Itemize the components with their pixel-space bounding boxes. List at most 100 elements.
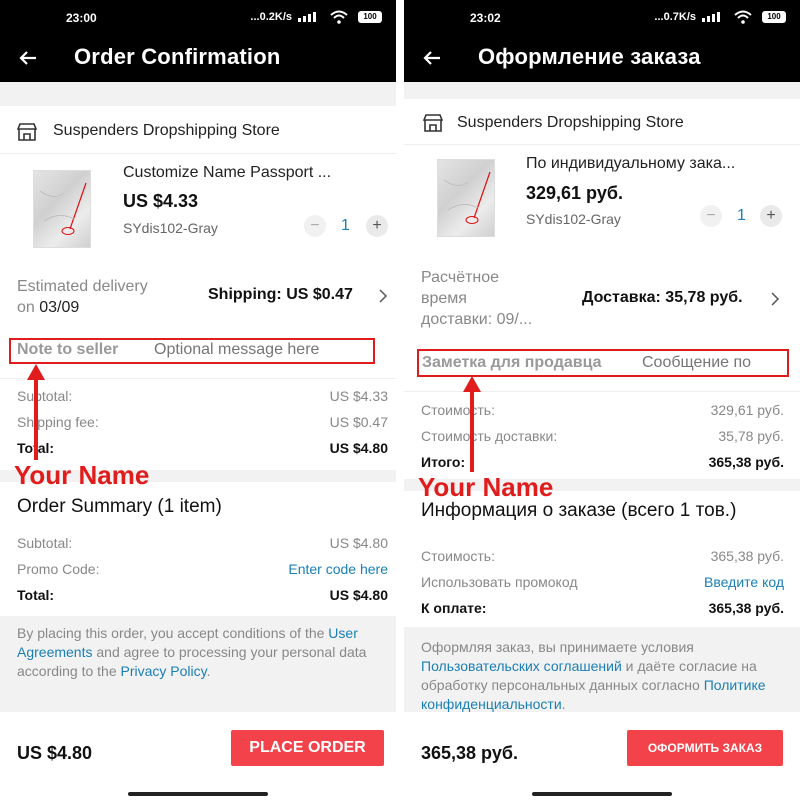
- summary-subtotal-value: US $4.80: [329, 535, 388, 551]
- shipping-cost[interactable]: Доставка: 35,78 руб.: [582, 289, 743, 307]
- status-bar: 23:00 ...0.2K/s 100: [0, 0, 396, 34]
- delivery-prefix: on: [17, 299, 35, 316]
- app-bar: Order Confirmation: [0, 34, 396, 82]
- store-name[interactable]: Suspenders Dropshipping Store: [53, 122, 280, 140]
- product-sku: SYdis102-Gray: [526, 211, 621, 227]
- quantity-decrease-button[interactable]: −: [304, 215, 326, 237]
- passport-cover-image: [39, 182, 87, 235]
- total-label: Итого:: [421, 454, 466, 470]
- page-title: Order Confirmation: [74, 44, 281, 69]
- checkout-total: US $4.80: [17, 743, 93, 763]
- order-summary-card: Order Summary (1 item) Subtotal: US $4.8…: [0, 482, 396, 616]
- summary-total-value: 365,38 руб.: [708, 600, 784, 616]
- divider: [0, 153, 396, 154]
- product-price: US $4.33: [123, 191, 199, 211]
- divider: [404, 144, 800, 145]
- enter-promo-code-link[interactable]: Введите код: [704, 574, 784, 590]
- total-value: 365,38 руб.: [708, 454, 784, 470]
- delivery-label: Estimated delivery: [17, 278, 148, 295]
- terms-part: .: [561, 696, 566, 712]
- note-to-seller-input[interactable]: [642, 353, 778, 373]
- store-icon: [17, 123, 37, 141]
- chevron-right-icon[interactable]: [770, 292, 780, 306]
- subtotal-value: US $4.33: [329, 388, 388, 404]
- divider: [0, 378, 396, 379]
- checkout-bar: 365,38 руб. ОФОРМИТЬ ЗАКАЗ: [404, 712, 800, 800]
- promo-code-label: Promo Code:: [17, 561, 100, 577]
- home-indicator[interactable]: [128, 792, 268, 796]
- wifi-icon: [330, 10, 348, 24]
- order-confirmation-screen-en: 23:00 ...0.2K/s 100 Order Confirmation S…: [0, 0, 396, 800]
- app-bar: Оформление заказа: [404, 34, 800, 82]
- home-indicator[interactable]: [532, 792, 672, 796]
- summary-subtotal-label: Subtotal:: [17, 535, 73, 551]
- annotation-your-name: Your Name: [418, 472, 554, 502]
- store-icon: [423, 114, 443, 132]
- store-name[interactable]: Suspenders Dropshipping Store: [457, 114, 684, 132]
- user-agreements-link[interactable]: Пользовательских соглашений: [421, 658, 622, 674]
- subtotal-label: Стоимость:: [421, 402, 495, 418]
- product-thumbnail[interactable]: [33, 170, 91, 248]
- wifi-icon: [734, 10, 752, 24]
- summary-total-label: К оплате:: [421, 600, 487, 616]
- total-value: US $4.80: [329, 440, 388, 456]
- enter-promo-code-link[interactable]: Enter code here: [288, 561, 388, 577]
- network-speed: ...0.2K/s: [250, 11, 292, 23]
- product-title[interactable]: По индивидуальному зака...: [526, 155, 788, 173]
- status-bar: 23:02 ...0.7K/s 100: [404, 0, 800, 34]
- shipping-fee-value: US $0.47: [329, 414, 388, 430]
- product-price: 329,61 руб.: [526, 183, 623, 203]
- annotation-arrow: [27, 364, 45, 460]
- annotation-arrow: [463, 376, 481, 472]
- summary-total-value: US $4.80: [329, 587, 388, 603]
- estimated-delivery: Estimated delivery on 03/09: [17, 276, 148, 318]
- checkout-bar: US $4.80 PLACE ORDER: [0, 712, 396, 800]
- signal-icon: [702, 12, 722, 22]
- quantity-value: 1: [737, 207, 746, 224]
- battery-icon: 100: [762, 11, 786, 23]
- shipping-fee-label: Стоимость доставки:: [421, 428, 558, 444]
- note-to-seller-input[interactable]: [154, 340, 364, 360]
- terms-part: .: [206, 663, 211, 679]
- place-order-button[interactable]: PLACE ORDER: [231, 730, 384, 766]
- subtotal-value: 329,61 руб.: [710, 402, 784, 418]
- privacy-policy-link[interactable]: Privacy Policy: [121, 663, 207, 679]
- terms-text: Оформляя заказ, вы принимаете условия По…: [421, 638, 783, 714]
- summary-total-label: Total:: [17, 587, 55, 603]
- shipping-cost[interactable]: Shipping: US $0.47: [208, 286, 353, 304]
- product-thumbnail[interactable]: [437, 159, 495, 237]
- quantity-increase-button[interactable]: +: [366, 215, 388, 237]
- back-arrow-icon[interactable]: [420, 46, 444, 70]
- network-speed: ...0.7K/s: [654, 11, 696, 23]
- note-to-seller-label: Note to seller: [17, 341, 119, 358]
- terms-part: By placing this order, you accept condit…: [17, 625, 325, 641]
- order-card: Suspenders Dropshipping Store Customize …: [0, 106, 396, 470]
- quantity-decrease-button[interactable]: −: [700, 205, 722, 227]
- order-summary-card: Информация о заказе (всего 1 тов.) Стоим…: [404, 491, 800, 627]
- order-confirmation-screen-ru: 23:02 ...0.7K/s 100 Оформление заказа Su…: [404, 0, 800, 800]
- delivery-line: Расчётное: [421, 269, 500, 286]
- signal-icon: [298, 12, 318, 22]
- battery-icon: 100: [358, 11, 382, 23]
- delivery-date: 03/09: [39, 299, 80, 316]
- shipping-fee-value: 35,78 руб.: [718, 428, 784, 444]
- product-sku: SYdis102-Gray: [123, 220, 218, 236]
- status-time: 23:02: [470, 11, 501, 25]
- annotation-your-name: Your Name: [14, 460, 150, 490]
- order-summary-title: Order Summary (1 item): [17, 496, 222, 517]
- passport-cover-image: [443, 171, 491, 224]
- summary-subtotal-label: Стоимость:: [421, 548, 495, 564]
- estimated-delivery: Расчётное время доставки: 09/...: [421, 267, 532, 330]
- chevron-right-icon[interactable]: [378, 289, 388, 303]
- summary-subtotal-value: 365,38 руб.: [710, 548, 784, 564]
- page-title: Оформление заказа: [478, 44, 701, 69]
- place-order-button[interactable]: ОФОРМИТЬ ЗАКАЗ: [627, 730, 783, 766]
- quantity-increase-button[interactable]: +: [760, 205, 782, 227]
- quantity-value: 1: [341, 217, 350, 234]
- delivery-line: доставки: 09/...: [421, 311, 533, 328]
- checkout-total: 365,38 руб.: [421, 743, 518, 763]
- back-arrow-icon[interactable]: [16, 46, 40, 70]
- product-title[interactable]: Customize Name Passport ...: [123, 164, 385, 182]
- note-to-seller-label: Заметка для продавца: [422, 354, 602, 371]
- promo-code-label: Использовать промокод: [421, 574, 578, 590]
